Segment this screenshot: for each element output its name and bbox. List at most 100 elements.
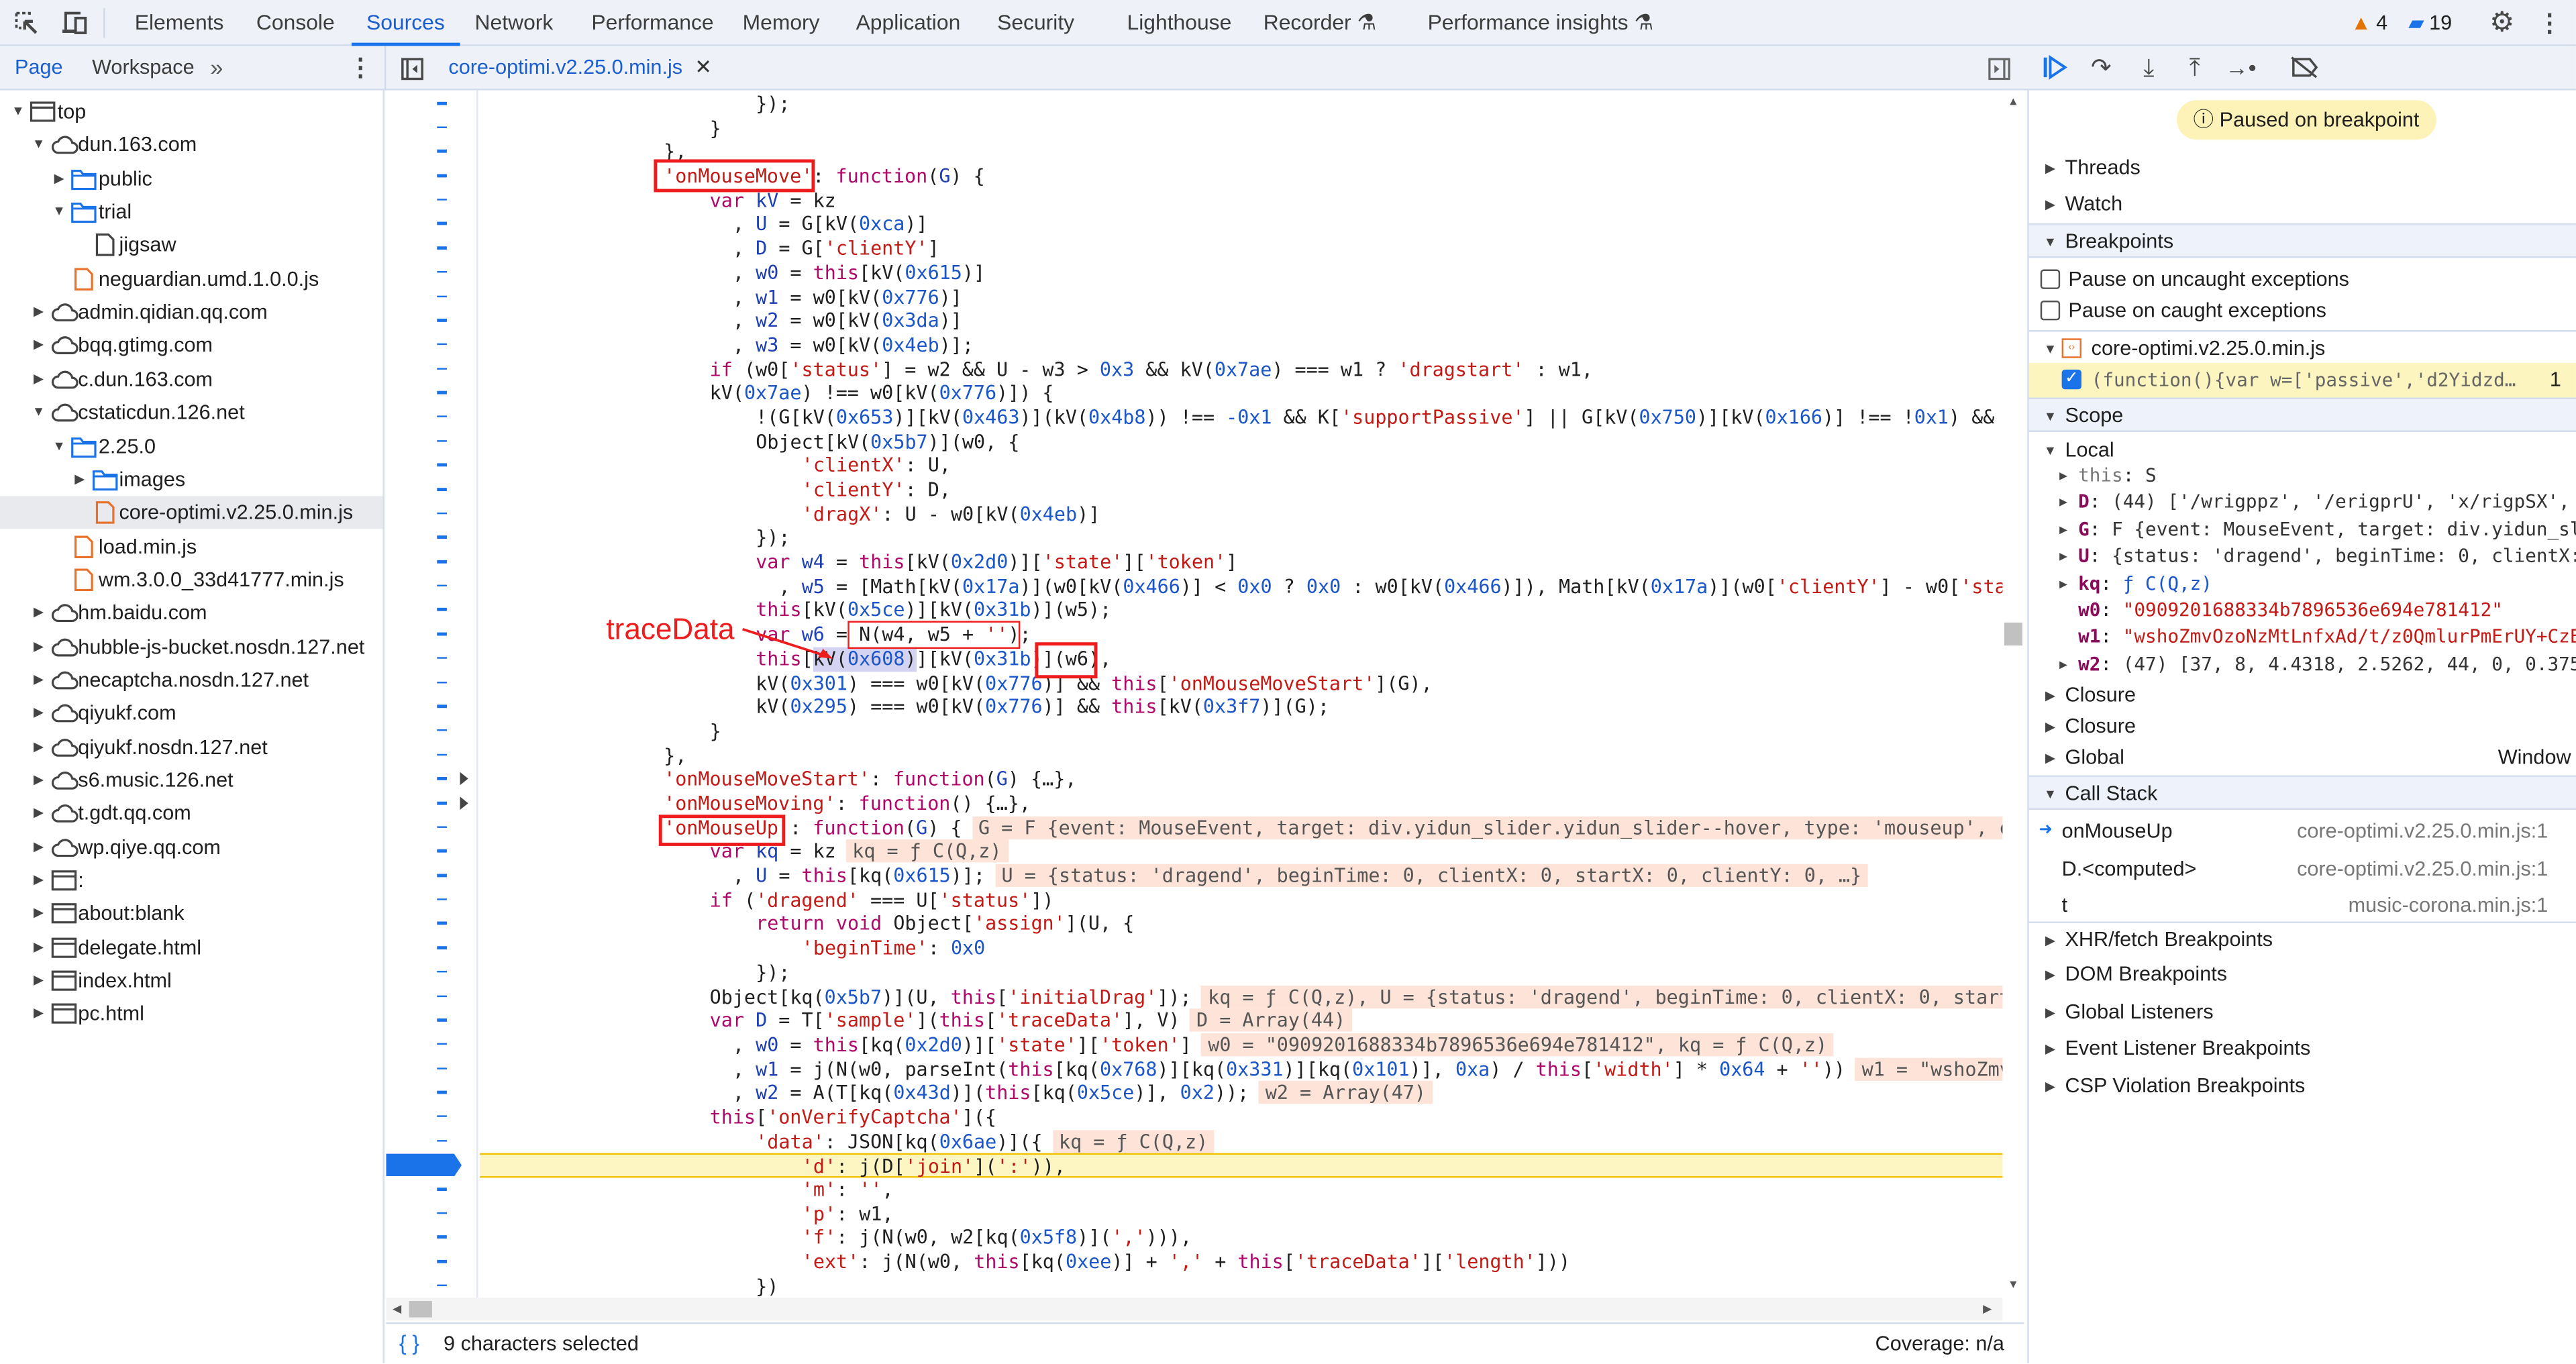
code-line[interactable]: 'm': '', xyxy=(480,1178,2003,1202)
scroll-right-arrow-icon[interactable]: ▶ xyxy=(1983,1303,1992,1316)
toggle-navigator-icon[interactable] xyxy=(399,56,424,81)
navigator-menu-icon[interactable]: ⋮ xyxy=(348,46,373,91)
code-content[interactable]: });}},'onMouseMove': function(G) {var kV… xyxy=(479,92,2003,1300)
tree-item[interactable]: ▶ about:blank xyxy=(0,898,382,931)
line-number-dash[interactable] xyxy=(437,125,447,129)
collapse-arrow-icon[interactable]: ▼ xyxy=(51,429,67,462)
code-line[interactable]: Object[kq(0x5b7)](U, this['initialDrag']… xyxy=(480,984,2003,1009)
code-line[interactable]: if ('dragend' === U['status']) xyxy=(480,888,2003,912)
tree-item[interactable]: wm.3.0.0_33d41777.min.js xyxy=(0,563,382,596)
code-line[interactable]: this[kV(0x608)][kV(0x31b)](w6), xyxy=(480,647,2003,671)
code-line[interactable]: , w1 = w0[kV(0x776)] xyxy=(480,285,2003,309)
code-line[interactable]: !(G[kV(0x653)][kV(0x463)](kV(0x4b8)) !==… xyxy=(480,406,2003,430)
line-number-dash[interactable] xyxy=(437,101,447,105)
code-line[interactable]: , w3 = w0[kV(0x4eb)]; xyxy=(480,333,2003,358)
code-line[interactable]: } xyxy=(480,719,2003,743)
warnings-counter[interactable]: ▲ 4 xyxy=(2351,10,2388,36)
section-breakpoints[interactable]: ▼ Breakpoints xyxy=(2028,223,2576,258)
line-number-dash[interactable] xyxy=(437,994,447,998)
line-number-dash[interactable] xyxy=(437,946,447,949)
debugger-section[interactable]: ▶ CSP Violation Breakpoints xyxy=(2029,1069,2576,1103)
toggle-debugger-icon[interactable] xyxy=(1986,56,2011,81)
collapse-arrow-icon[interactable]: ▼ xyxy=(30,396,46,429)
breakpoint-marker[interactable] xyxy=(386,1153,462,1177)
section-scope[interactable]: ▼ Scope xyxy=(2028,397,2576,432)
expand-arrow-icon[interactable]: ▶ xyxy=(30,630,46,663)
tree-item[interactable]: ▼ dun.163.com xyxy=(0,129,382,162)
tree-item[interactable]: ▶ s6.music.126.net xyxy=(0,764,382,796)
tree-item[interactable]: ▼ top xyxy=(0,95,382,128)
hscrollbar-thumb[interactable] xyxy=(409,1301,432,1318)
vertical-scrollbar[interactable]: ▲ ▼ xyxy=(2002,90,2024,1298)
line-gutter[interactable] xyxy=(386,90,478,1298)
scope-global[interactable]: ▶ Global Window xyxy=(2029,741,2576,775)
line-number-dash[interactable] xyxy=(437,222,447,225)
tree-item[interactable]: ▶ admin.qidian.qq.com xyxy=(0,296,382,329)
code-line[interactable]: } xyxy=(480,116,2003,140)
tree-item[interactable]: ▶ t.gdt.qq.com xyxy=(0,797,382,830)
code-line[interactable]: kV(0x7ae) !== w0[kV(0x776)]) { xyxy=(480,382,2003,406)
tab-sources[interactable]: Sources xyxy=(352,0,459,48)
tree-item[interactable]: ▶ qiyukf.nosdn.127.net xyxy=(0,731,382,764)
line-number-dash[interactable] xyxy=(437,439,447,442)
code-line[interactable]: 'clientX': U, xyxy=(480,454,2003,478)
line-number-dash[interactable] xyxy=(437,343,447,346)
editor-file-tab[interactable]: core-optimi.v2.25.0.min.js ✕ xyxy=(448,46,712,91)
line-number-dash[interactable] xyxy=(437,319,447,322)
deactivate-breakpoints-icon[interactable] xyxy=(2290,54,2320,81)
tree-item[interactable]: ▼ 2.25.0 xyxy=(0,429,382,462)
code-line[interactable]: 'onMouseMoveStart': function(G) {…}, xyxy=(480,768,2003,792)
code-line[interactable]: return void Object['assign'](U, { xyxy=(480,912,2003,937)
code-line[interactable]: }) xyxy=(480,1274,2003,1298)
scope-variable[interactable]: w0: "0909201688334b7896536e694e781412" xyxy=(2029,598,2576,624)
line-number-dash[interactable] xyxy=(437,295,447,298)
scope-variable[interactable]: ▶ w2: (47) [37, 8, 4.4318, 2.5262, 44, 0,… xyxy=(2029,651,2576,678)
resume-icon[interactable] xyxy=(2042,54,2068,81)
tree-item[interactable]: ▶ qiyukf.com xyxy=(0,697,382,730)
line-number-dash[interactable] xyxy=(437,174,447,177)
line-number-dash[interactable] xyxy=(437,874,447,877)
line-number-dash[interactable] xyxy=(437,1043,447,1046)
call-frame[interactable]: D.<computed> core-optimi.v2.25.0.min.js:1 xyxy=(2029,850,2576,886)
line-number-dash[interactable] xyxy=(437,849,447,853)
tree-item[interactable]: load.min.js xyxy=(0,530,382,563)
tree-item[interactable]: ▼ cstaticdun.126.net xyxy=(0,396,382,429)
code-line[interactable]: this['onVerifyCaptcha']({ xyxy=(480,1106,2003,1130)
more-tabs-chevron-icon[interactable]: » xyxy=(210,46,223,91)
code-line[interactable]: Object[kV(0x5b7)](w0, { xyxy=(480,430,2003,454)
section-call-stack[interactable]: ▼ Call Stack xyxy=(2028,775,2576,810)
tree-item[interactable]: ▼ trial xyxy=(0,195,382,228)
line-number-dash[interactable] xyxy=(437,512,447,515)
tab-network[interactable]: Network xyxy=(475,0,554,46)
tree-item[interactable]: ▶ public xyxy=(0,162,382,195)
tree-item[interactable]: ▶ bqq.gtimg.com xyxy=(0,329,382,362)
code-line[interactable]: , w0 = this[kq(0x2d0)]['state']['token']… xyxy=(480,1033,2003,1057)
expand-arrow-icon[interactable]: ▶ xyxy=(2055,517,2071,543)
line-number-dash[interactable] xyxy=(437,704,447,708)
collapse-arrow-icon[interactable]: ▼ xyxy=(30,129,46,162)
code-line[interactable]: , U = G[kV(0xca)] xyxy=(480,213,2003,237)
line-number-dash[interactable] xyxy=(437,1212,447,1214)
settings-gear-icon[interactable]: ⚙ xyxy=(2487,7,2517,38)
line-number-dash[interactable] xyxy=(437,656,447,660)
step-out-icon[interactable]: ⤒ xyxy=(2181,54,2208,82)
scope-variable[interactable]: ▶ U: {status: 'dragend', beginTime: 0, cl… xyxy=(2029,544,2576,570)
code-line[interactable]: 'clientY': D, xyxy=(480,478,2003,503)
code-line[interactable]: , U = this[kq(0x615)]; U = {status: 'drag… xyxy=(480,863,2003,888)
code-line[interactable]: }); xyxy=(480,526,2003,550)
scope-variable[interactable]: ▶ kq: ƒ C(Q,z) xyxy=(2029,571,2576,597)
breakpoint-item[interactable]: ✓ (function(){var w=['passive','d2Yidzd… 1 xyxy=(2028,363,2576,398)
line-number-dash[interactable] xyxy=(437,753,447,756)
call-frame[interactable]: ➜ onMouseUp core-optimi.v2.25.0.min.js:1 xyxy=(2029,813,2576,849)
breakpoint-file[interactable]: ▼ ‹› core-optimi.v2.25.0.min.js xyxy=(2028,330,2576,364)
tree-item[interactable]: core-optimi.v2.25.0.min.js xyxy=(0,496,383,529)
tree-item[interactable]: ▶: xyxy=(0,864,382,897)
line-number-dash[interactable] xyxy=(437,777,447,780)
line-number-dash[interactable] xyxy=(437,1236,447,1239)
expand-arrow-icon[interactable]: ▶ xyxy=(30,697,46,730)
tree-item[interactable]: ▶ hubble-js-bucket.nosdn.127.net xyxy=(0,630,382,663)
tree-item[interactable]: ▶ hm.baidu.com xyxy=(0,596,382,629)
nav-tab-workspace[interactable]: Workspace xyxy=(92,46,195,91)
debugger-section[interactable]: ▶ Global Listeners xyxy=(2029,995,2576,1029)
step-into-icon[interactable]: ⤓ xyxy=(2136,54,2162,82)
